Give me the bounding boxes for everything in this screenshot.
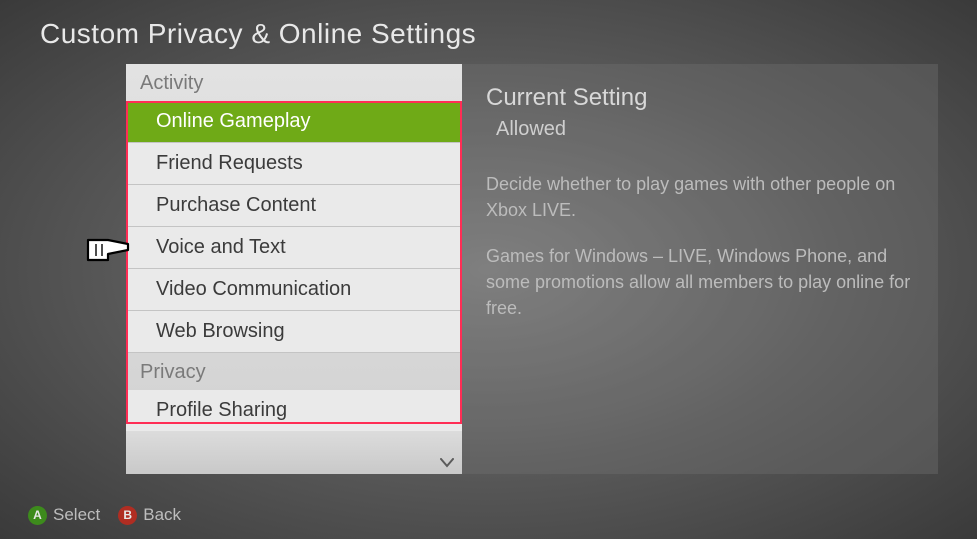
page-title: Custom Privacy & Online Settings xyxy=(40,18,476,50)
list-item-friend-requests[interactable]: Friend Requests xyxy=(126,143,462,185)
footer-select: A Select xyxy=(28,505,100,525)
list-item-web-browsing[interactable]: Web Browsing xyxy=(126,311,462,353)
section-header-privacy: Privacy xyxy=(126,353,462,390)
section-header-activity: Activity xyxy=(126,64,462,101)
chevron-down-icon[interactable] xyxy=(440,458,454,468)
list-item-purchase-content[interactable]: Purchase Content xyxy=(126,185,462,227)
footer-back: B Back xyxy=(118,505,181,525)
a-button-icon: A xyxy=(28,506,47,525)
list-item-voice-and-text[interactable]: Voice and Text xyxy=(126,227,462,269)
footer-hints: A Select B Back xyxy=(28,505,181,525)
footer-back-label: Back xyxy=(143,505,181,525)
detail-heading: Current Setting xyxy=(486,84,914,112)
detail-value: Allowed xyxy=(486,118,914,141)
detail-panel: Current Setting Allowed Decide whether t… xyxy=(462,64,938,474)
settings-list: Activity Online Gameplay Friend Requests… xyxy=(126,64,462,474)
footer-select-label: Select xyxy=(53,505,100,525)
list-item-profile-sharing[interactable]: Profile Sharing xyxy=(126,390,462,431)
detail-desc-2: Games for Windows – LIVE, Windows Phone,… xyxy=(486,243,914,321)
detail-desc-1: Decide whether to play games with other … xyxy=(486,171,914,223)
settings-panel: Activity Online Gameplay Friend Requests… xyxy=(126,64,938,474)
b-button-icon: B xyxy=(118,506,137,525)
list-item-online-gameplay[interactable]: Online Gameplay xyxy=(126,101,462,143)
list-item-video-communication[interactable]: Video Communication xyxy=(126,269,462,311)
list-bottom-pad xyxy=(126,431,462,474)
